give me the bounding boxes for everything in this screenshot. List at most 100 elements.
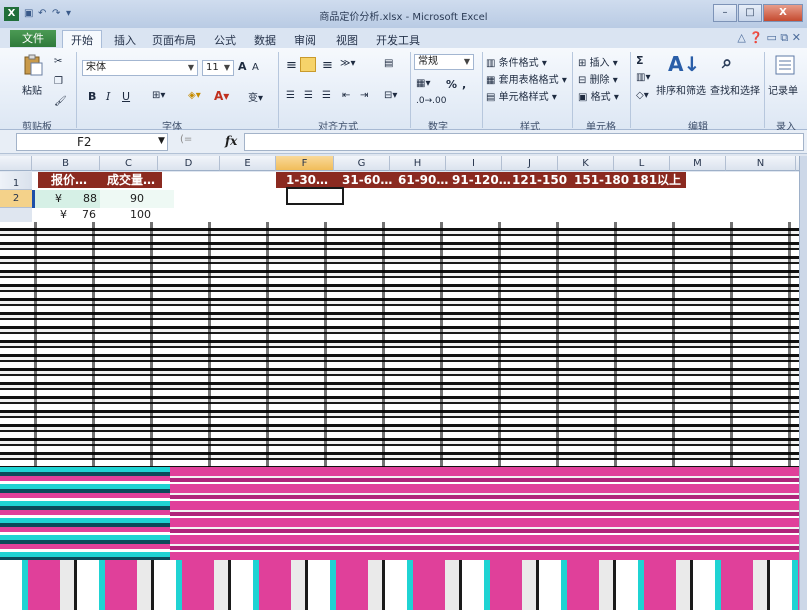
minimize-button[interactable]: –	[713, 4, 737, 22]
increase-indent-icon[interactable]: ⇥	[360, 90, 368, 101]
tab-data[interactable]: 数据	[254, 32, 276, 48]
range-label: 91-120…	[452, 173, 511, 187]
align-center-icon[interactable]: ☰	[304, 90, 313, 101]
close-button[interactable]: X	[763, 4, 803, 22]
select-all-corner[interactable]	[0, 156, 32, 171]
align-middle-icon[interactable]	[300, 57, 316, 72]
form-button[interactable]: 记录单	[768, 82, 798, 97]
align-left-icon[interactable]: ☰	[286, 90, 295, 101]
orientation-icon[interactable]: ≫▾	[340, 58, 356, 69]
group-divider	[482, 52, 483, 128]
font-size-combo[interactable]: 11 ▼	[202, 60, 234, 76]
column-header-i[interactable]: I	[446, 156, 502, 171]
insert-function-button[interactable]: fx	[225, 134, 237, 148]
cell-styles-button[interactable]: ▤ 单元格样式 ▾	[486, 88, 557, 103]
cut-icon[interactable]: ✂	[54, 56, 62, 67]
name-box-dropdown-icon[interactable]: ▼	[158, 136, 165, 146]
percent-style-button[interactable]: %	[446, 78, 457, 91]
sort-filter-icon[interactable]: A↓	[668, 52, 700, 76]
help-icon[interactable]: △ ❓ ▭ ⧉ ✕	[737, 31, 801, 45]
tab-view[interactable]: 视图	[336, 32, 358, 48]
tab-home[interactable]: 开始	[62, 30, 102, 48]
column-header-k[interactable]: K	[558, 156, 614, 171]
currency-format-icon[interactable]: ▦▾	[416, 78, 430, 89]
active-cell-f2[interactable]	[286, 187, 344, 205]
copy-icon[interactable]: ❐	[54, 76, 63, 87]
column-header-e[interactable]: E	[220, 156, 276, 171]
conditional-format-button[interactable]: ▥ 条件格式 ▾	[486, 54, 547, 69]
merge-center-icon[interactable]: ⊟▾	[384, 90, 397, 101]
bold-button[interactable]: B	[88, 90, 96, 103]
fill-color-icon[interactable]: ◈▾	[188, 90, 201, 101]
increase-decimal-icon[interactable]: .0→.00	[416, 96, 446, 106]
column-header-f[interactable]: F	[276, 156, 334, 171]
maximize-button[interactable]: □	[738, 4, 762, 22]
range-label: 151-180	[574, 173, 630, 187]
range-label: 31-60…	[342, 173, 393, 187]
delete-cells-button[interactable]: ⊟ 删除 ▾	[578, 71, 618, 86]
tab-formulas[interactable]: 公式	[214, 32, 236, 48]
fill-icon[interactable]: ▥▾	[636, 72, 650, 83]
tab-review[interactable]: 审阅	[294, 32, 316, 48]
tab-page-layout[interactable]: 页面布局	[152, 32, 196, 48]
paste-button[interactable]: 粘贴	[22, 82, 42, 97]
format-cells-button[interactable]: ▣ 格式 ▾	[578, 88, 619, 103]
cell-c1[interactable]: 成交量…	[100, 172, 162, 188]
form-icon[interactable]	[774, 54, 796, 76]
column-header-m[interactable]: M	[670, 156, 726, 171]
range-header-row[interactable]: 1-30… 31-60… 61-90… 91-120… 121-150 151-…	[276, 172, 686, 188]
cell-c3[interactable]: 100	[130, 206, 160, 222]
column-header-l[interactable]: L	[614, 156, 670, 171]
row-header-1[interactable]: 1	[0, 172, 32, 190]
vertical-scrollbar[interactable]	[799, 156, 807, 610]
align-bottom-icon[interactable]: ≡	[322, 58, 333, 73]
paste-icon[interactable]	[22, 54, 44, 76]
tab-insert[interactable]: 插入	[114, 32, 136, 48]
group-divider	[278, 52, 279, 128]
tab-developer[interactable]: 开发工具	[376, 32, 420, 48]
find-select-button[interactable]: 查找和选择	[710, 82, 760, 97]
format-cells-icon: ▣	[578, 92, 591, 103]
cell-b3[interactable]: ¥ 76	[56, 206, 96, 222]
decrease-indent-icon[interactable]: ⇤	[342, 90, 350, 101]
column-header-j[interactable]: J	[502, 156, 558, 171]
name-box[interactable]: F2	[16, 133, 168, 151]
file-tab[interactable]: 文件	[10, 30, 56, 47]
shrink-font-icon[interactable]: A	[252, 62, 259, 73]
column-header-n[interactable]: N	[726, 156, 796, 171]
format-painter-icon[interactable]: 🖌	[54, 96, 67, 107]
formula-input[interactable]	[244, 133, 804, 151]
range-label: 181以上	[632, 173, 682, 187]
column-header-c[interactable]: C	[100, 156, 158, 171]
underline-button[interactable]: U	[122, 90, 130, 103]
grow-font-icon[interactable]: A	[238, 60, 247, 73]
comma-style-icon[interactable]: ,	[462, 78, 466, 91]
column-header-g[interactable]: G	[334, 156, 390, 171]
autosum-button[interactable]: Σ	[636, 54, 644, 67]
wrap-text-icon[interactable]: ▤	[384, 58, 393, 69]
phonetic-icon[interactable]: 变▾	[248, 89, 263, 104]
delete-cells-icon: ⊟	[578, 75, 590, 86]
font-color-icon[interactable]: A▾	[214, 89, 229, 103]
find-select-icon[interactable]: ⌕	[722, 52, 732, 73]
formula-cancel-icon[interactable]: (=	[180, 134, 192, 145]
italic-button[interactable]: I	[106, 90, 110, 103]
cell-b3-value: 76	[82, 208, 96, 221]
column-header-b[interactable]: B	[32, 156, 100, 171]
column-header-d[interactable]: D	[158, 156, 220, 171]
number-format-combo[interactable]: 常规 ▼	[414, 54, 474, 70]
column-header-h[interactable]: H	[390, 156, 446, 171]
align-right-icon[interactable]: ☰	[322, 90, 331, 101]
align-top-icon[interactable]: ≡	[286, 58, 297, 73]
border-icon[interactable]: ⊞▾	[152, 90, 165, 101]
cell-b1[interactable]: 报价…	[38, 172, 100, 188]
sort-filter-button[interactable]: 排序和筛选	[656, 82, 706, 97]
range-label: 121-150	[512, 173, 568, 187]
group-divider	[764, 52, 765, 128]
clear-icon[interactable]: ◇▾	[636, 90, 649, 101]
insert-cells-button[interactable]: ⊞ 插入 ▾	[578, 54, 618, 69]
format-as-table-button[interactable]: ▦ 套用表格格式 ▾	[486, 71, 567, 86]
font-name-combo[interactable]: 宋体 ▼	[82, 60, 198, 76]
group-divider	[572, 52, 573, 128]
row-header-2[interactable]: 2	[0, 190, 32, 208]
